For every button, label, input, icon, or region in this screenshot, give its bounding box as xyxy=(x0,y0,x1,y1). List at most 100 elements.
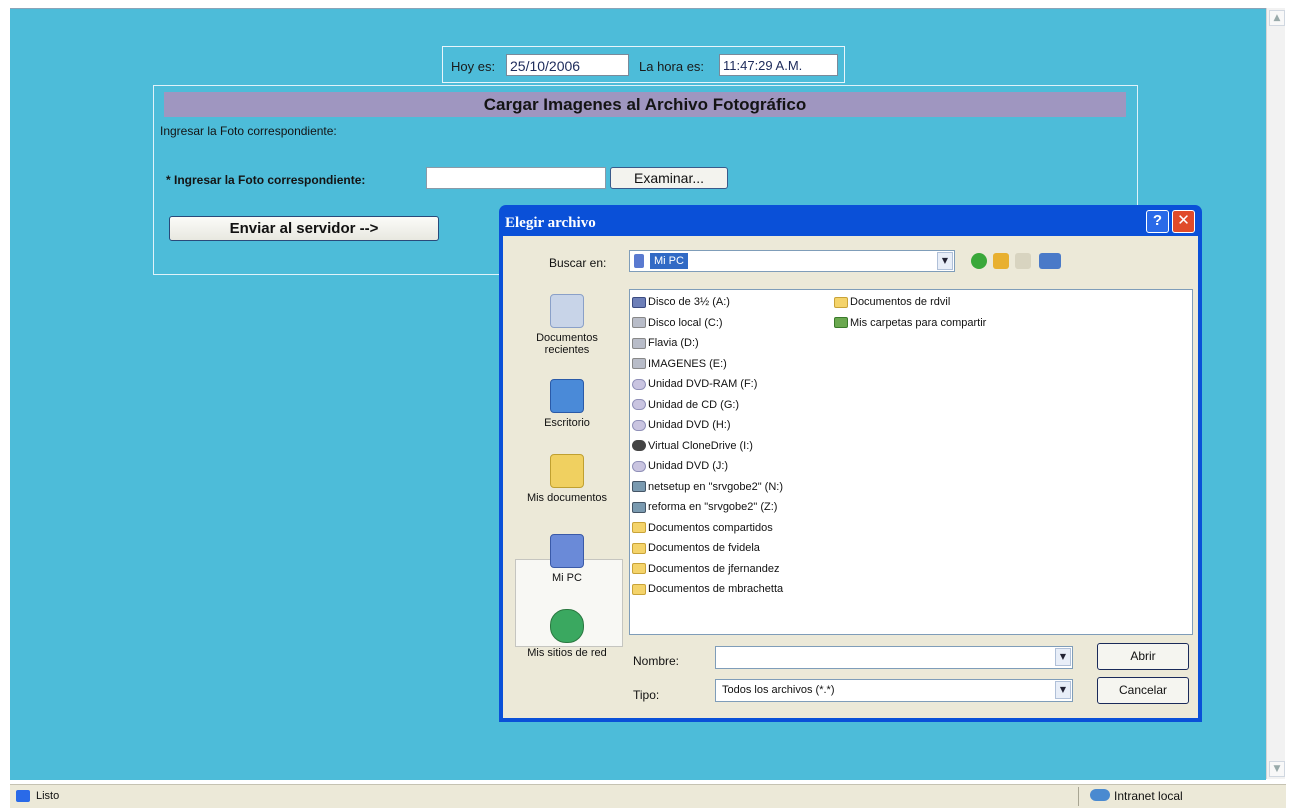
zone-text: Intranet local xyxy=(1114,789,1183,803)
today-field: 25/10/2006 xyxy=(506,54,629,76)
file-list-item-label: Disco de 3½ (A:) xyxy=(648,296,730,308)
my-computer-icon xyxy=(634,254,644,268)
file-list-item[interactable]: Documentos de rdvil xyxy=(834,294,950,310)
file-list-item[interactable]: Documentos de fvidela xyxy=(632,540,760,556)
place-my-computer[interactable]: Mi PC xyxy=(513,534,621,584)
file-list-item-label: netsetup en "srvgobe2" (N:) xyxy=(648,480,783,493)
file-list-item-label: Documentos de jfernandez xyxy=(648,562,780,575)
file-field-label: * Ingresar la Foto correspondiente: xyxy=(166,173,366,187)
cancel-button[interactable]: Cancelar xyxy=(1097,677,1189,704)
place-label: Mi PC xyxy=(552,572,582,584)
place-recent-documents[interactable]: Documentos recientes xyxy=(513,294,621,356)
chevron-down-icon[interactable]: ▼ xyxy=(937,252,953,270)
drive-icon xyxy=(632,337,646,349)
dialog-body: Buscar en: Mi PC ▼ Documentos recientes … xyxy=(503,236,1198,718)
vertical-scrollbar[interactable]: ▲ ▼ xyxy=(1266,8,1285,779)
file-list-item-label: Unidad DVD-RAM (F:) xyxy=(648,378,758,390)
help-button[interactable]: ? xyxy=(1146,210,1169,233)
back-icon[interactable] xyxy=(971,253,987,269)
file-list-item[interactable]: Mis carpetas para compartir xyxy=(834,315,986,331)
form-intro-text: Ingresar la Foto correspondiente: xyxy=(160,124,337,138)
virtual-icon xyxy=(632,440,646,452)
share-icon xyxy=(834,317,848,329)
file-list-item[interactable]: Documentos de mbrachetta xyxy=(632,581,783,597)
file-list-item[interactable]: Unidad DVD (J:) xyxy=(632,458,728,474)
file-list-item-label: Flavia (D:) xyxy=(648,337,699,349)
file-list-item[interactable]: Flavia (D:) xyxy=(632,335,699,351)
time-label: La hora es: xyxy=(639,59,705,74)
place-my-documents[interactable]: Mis documentos xyxy=(513,454,621,504)
my-documents-icon xyxy=(550,454,584,488)
file-list-item[interactable]: Unidad DVD-RAM (F:) xyxy=(632,376,757,392)
page-icon xyxy=(16,790,30,802)
web-page: Hoy es: 25/10/2006 La hora es: 11:47:29 … xyxy=(10,8,1266,780)
file-list-item-label: Documentos de fvidela xyxy=(648,542,760,554)
file-list-item[interactable]: Virtual CloneDrive (I:) xyxy=(632,438,753,454)
close-button[interactable]: ✕ xyxy=(1172,210,1195,233)
browse-button[interactable]: Examinar... xyxy=(610,167,728,189)
file-list-item[interactable]: netsetup en "srvgobe2" (N:) xyxy=(632,479,783,495)
folder-icon xyxy=(834,296,848,308)
chevron-down-icon[interactable]: ▼ xyxy=(1055,648,1071,666)
place-label: Mis sitios de red xyxy=(527,647,607,659)
new-folder-icon[interactable] xyxy=(1015,253,1031,269)
cd-icon xyxy=(632,399,646,411)
file-list-item[interactable]: Disco de 3½ (A:) xyxy=(632,294,730,310)
file-list-item[interactable]: Documentos compartidos xyxy=(632,520,773,536)
scroll-up-icon[interactable]: ▲ xyxy=(1269,10,1285,26)
network-places-icon xyxy=(550,609,584,643)
my-computer-icon xyxy=(550,534,584,568)
up-folder-icon[interactable] xyxy=(993,253,1009,269)
file-list-item-label: Documentos compartidos xyxy=(648,521,773,534)
recent-documents-icon xyxy=(550,294,584,328)
file-list-item[interactable]: reforma en "srvgobe2" (Z:) xyxy=(632,499,777,515)
file-name-input[interactable]: ▼ xyxy=(715,646,1073,669)
folder-icon xyxy=(632,522,646,534)
scroll-down-icon[interactable]: ▼ xyxy=(1269,761,1285,777)
place-desktop[interactable]: Escritorio xyxy=(513,379,621,429)
cd-icon xyxy=(632,460,646,472)
place-network[interactable]: Mis sitios de red xyxy=(513,609,621,659)
dialog-title: Elegir archivo xyxy=(505,215,596,231)
place-label: Escritorio xyxy=(544,417,590,429)
file-list-item-label: Virtual CloneDrive (I:) xyxy=(648,439,753,452)
file-list-item[interactable]: Documentos de jfernandez xyxy=(632,561,779,577)
chevron-down-icon[interactable]: ▼ xyxy=(1055,681,1071,699)
file-list-item-label: reforma en "srvgobe2" (Z:) xyxy=(648,501,778,513)
folder-icon xyxy=(632,583,646,595)
open-button[interactable]: Abrir xyxy=(1097,643,1189,670)
status-separator xyxy=(1078,787,1079,806)
send-to-server-button[interactable]: Enviar al servidor --> xyxy=(169,216,439,241)
file-list[interactable]: Disco de 3½ (A:) Disco local (C:) Flavia (… xyxy=(629,289,1193,635)
file-list-item-label: Mis carpetas para compartir xyxy=(850,316,987,329)
file-list-item[interactable]: Unidad DVD (H:) xyxy=(632,417,731,433)
status-text: Listo xyxy=(36,790,60,802)
file-list-item-label: Documentos de rdvil xyxy=(850,296,951,308)
file-list-item-label: Unidad de CD (G:) xyxy=(648,398,740,411)
date-time-box: Hoy es: 25/10/2006 La hora es: 11:47:29 … xyxy=(442,46,845,83)
today-label: Hoy es: xyxy=(451,59,496,74)
file-list-item-label: Documentos de mbrachetta xyxy=(648,583,784,595)
place-label: Mis documentos xyxy=(526,492,608,504)
view-menu-icon[interactable] xyxy=(1039,253,1061,269)
time-field: 11:47:29 A.M. xyxy=(719,54,838,76)
cd-icon xyxy=(632,419,646,431)
type-label: Tipo: xyxy=(633,688,660,702)
place-label: Documentos recientes xyxy=(536,332,598,356)
desktop-icon xyxy=(550,379,584,413)
file-list-item[interactable]: IMAGENES (E:) xyxy=(632,356,727,372)
net-icon xyxy=(632,501,646,513)
look-in-dropdown[interactable]: Mi PC ▼ xyxy=(629,250,955,272)
file-list-item[interactable]: Disco local (C:) xyxy=(632,315,723,331)
file-list-item-label: Unidad DVD (J:) xyxy=(648,460,729,472)
file-path-input[interactable] xyxy=(426,167,606,189)
cd-icon xyxy=(632,378,646,390)
status-bar: Listo Intranet local xyxy=(10,784,1286,808)
file-list-item-label: IMAGENES (E:) xyxy=(648,357,727,370)
name-label: Nombre: xyxy=(633,654,680,668)
net-icon xyxy=(632,481,646,493)
floppy-icon xyxy=(632,296,646,308)
drive-icon xyxy=(632,317,646,329)
file-list-item[interactable]: Unidad de CD (G:) xyxy=(632,397,739,413)
file-type-select[interactable]: Todos los archivos (*.*) ▼ xyxy=(715,679,1073,702)
